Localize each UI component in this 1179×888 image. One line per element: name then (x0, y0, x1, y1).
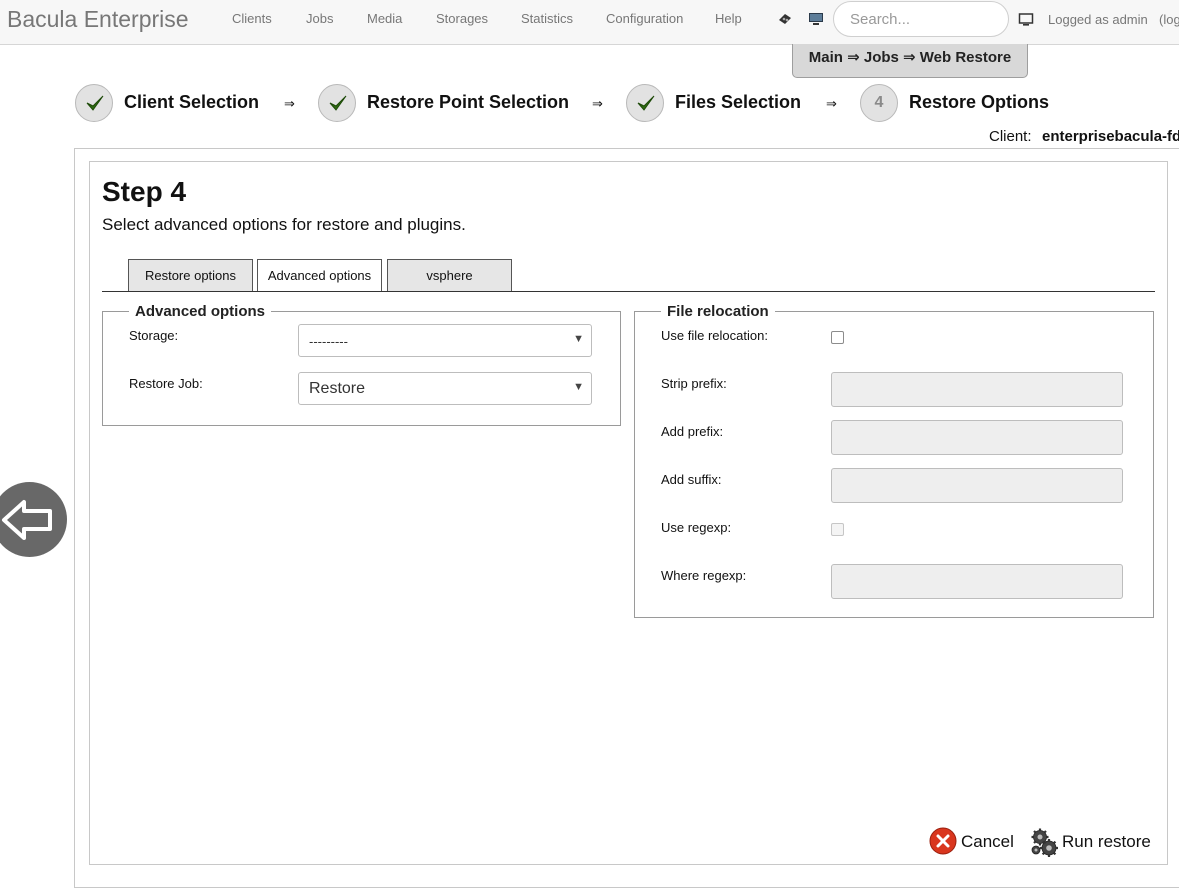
chevron-down-icon: ▼ (573, 333, 584, 345)
page-title: Step 4 (102, 176, 187, 207)
strip-prefix-label: Strip prefix: (661, 376, 727, 391)
step-arrow: ⇒ (592, 96, 603, 111)
tab-vsphere[interactable]: vsphere (387, 259, 512, 292)
search-input[interactable] (833, 1, 1009, 37)
cancel-button[interactable]: Cancel (929, 826, 1015, 856)
top-bar: Bacula Enterprise Clients Jobs Media Sto… (0, 0, 1179, 45)
client-value: enterprisebacula-fd (1042, 128, 1179, 145)
step-arrow: ⇒ (284, 96, 295, 111)
step-arrow: ⇒ (826, 96, 837, 111)
back-arrow-button[interactable] (0, 482, 67, 557)
step-2-label: Restore Point Selection (367, 92, 570, 112)
nav-configuration[interactable]: Configuration (606, 11, 683, 26)
cancel-button-label: Cancel (961, 832, 1014, 851)
add-suffix-input[interactable] (831, 468, 1123, 503)
page-subtitle: Select advanced options for restore and … (102, 215, 466, 234)
tab-advanced-options[interactable]: Advanced options (257, 259, 382, 292)
use-file-relocation-checkbox[interactable] (831, 331, 844, 344)
brand-title[interactable]: Bacula Enterprise (7, 6, 189, 33)
logout-link[interactable]: (log (1159, 12, 1179, 27)
logged-user-text: Logged as admin (1048, 12, 1148, 27)
tab-restore-options[interactable]: Restore options (128, 259, 253, 292)
run-restore-button[interactable]: Run restore (1030, 826, 1155, 857)
nav-clients[interactable]: Clients (232, 11, 272, 26)
step-3-check-icon (626, 84, 664, 122)
nav-jobs[interactable]: Jobs (306, 11, 333, 26)
advanced-options-legend: Advanced options (129, 303, 272, 320)
restore-job-select-value: Restore (309, 380, 366, 397)
step-1-label: Client Selection (124, 92, 260, 112)
step-2-check-icon (318, 84, 356, 122)
client-label: Client: (989, 128, 1032, 145)
strip-prefix-input[interactable] (831, 372, 1123, 407)
use-file-relocation-label: Use file relocation: (661, 328, 768, 343)
add-prefix-label: Add prefix: (661, 424, 724, 439)
where-regexp-label: Where regexp: (661, 568, 747, 583)
step-1-check-icon (75, 84, 113, 122)
restore-job-label: Restore Job: (129, 376, 203, 391)
breadcrumb: Main ⇒ Jobs ⇒ Web Restore (792, 44, 1028, 78)
add-suffix-label: Add suffix: (661, 472, 722, 487)
nav-storages[interactable]: Storages (436, 11, 488, 26)
gears-icon (1031, 828, 1058, 857)
use-regexp-label: Use regexp: (661, 520, 732, 535)
nav-statistics[interactable]: Statistics (521, 11, 573, 26)
file-relocation-legend: File relocation (661, 303, 775, 320)
nav-help[interactable]: Help (715, 11, 742, 26)
back-arrow-icon (2, 500, 52, 540)
computer-icon (1018, 12, 1034, 28)
storage-select[interactable]: --------- ▼ (298, 324, 592, 357)
step-4-label: Restore Options (909, 92, 1050, 112)
add-prefix-input[interactable] (831, 420, 1123, 455)
where-regexp-input[interactable] (831, 564, 1123, 599)
cancel-icon (929, 827, 957, 855)
chevron-down-icon: ▼ (573, 381, 584, 393)
restore-job-select[interactable]: Restore ▼ (298, 372, 592, 405)
step-3-label: Files Selection (675, 92, 802, 112)
step-4-number-badge: 4 (860, 84, 898, 122)
storage-label: Storage: (129, 328, 179, 343)
use-regexp-checkbox[interactable] (831, 523, 844, 536)
storage-select-value: --------- (309, 334, 348, 349)
tape-icon[interactable] (777, 11, 793, 27)
tab-divider (102, 291, 1155, 292)
nav-media[interactable]: Media (367, 11, 402, 26)
step-4-number: 4 (874, 94, 884, 111)
run-restore-button-label: Run restore (1062, 832, 1151, 851)
monitor-icon[interactable] (808, 11, 824, 27)
